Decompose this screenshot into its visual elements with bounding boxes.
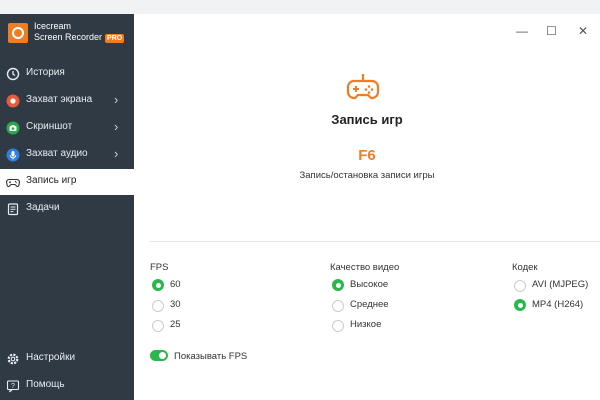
camera-icon [6,121,20,135]
sidebar-item-label: Запись игр [26,175,77,186]
radio-dot [332,300,344,312]
maximize-button[interactable]: ☐ [546,24,557,38]
sidebar-item-screenshot[interactable]: Скриншот › [0,115,134,141]
gamepad-icon [346,74,380,100]
help-icon: ? [6,380,20,393]
microphone-icon [6,148,20,162]
radio-dot [514,299,526,311]
radio-dot [332,320,344,332]
chevron-right-icon: › [114,146,119,161]
tasks-icon [7,203,19,216]
app-logo-icon [8,23,28,43]
sidebar-item-label: Захват аудио [26,148,88,159]
sidebar-item-screen-capture[interactable]: Захват экрана › [0,88,134,114]
sidebar-item-tasks[interactable]: Задачи [0,196,134,222]
pro-badge: PRO [105,34,125,43]
main-panel: — ☐ ✕ Запись игр F6 Запись/остановка зап… [134,14,600,400]
radio-dot [152,300,164,312]
clock-icon [6,67,20,81]
title-bar-strip [0,0,600,14]
section-divider [150,241,600,242]
radio-dot [332,279,344,291]
app-name: Icecream Screen Recorder PRO [34,21,125,43]
minimize-button[interactable]: — [516,24,528,38]
sidebar-item-label: Захват экрана [26,94,93,105]
hotkey-label[interactable]: F6 [134,147,600,164]
sidebar-item-label: История [26,67,65,78]
sidebar-item-label: Скриншот [26,121,73,132]
fps-group-label: FPS [150,262,169,273]
show-fps-toggle[interactable] [150,350,168,361]
gamepad-icon [6,178,20,188]
chevron-right-icon: › [114,119,119,134]
sidebar-item-label: Настройки [26,352,76,363]
radio-dot [152,320,164,332]
sidebar-item-label: Помощь [26,379,65,390]
sidebar-item-help[interactable]: ? Помощь [0,373,134,399]
gear-icon [7,353,19,365]
sidebar-item-history[interactable]: История [0,61,134,87]
sidebar-item-settings[interactable]: Настройки [0,346,134,372]
record-icon [6,94,20,108]
chevron-right-icon: › [114,92,119,107]
radio-dot [152,279,164,291]
page-title: Запись игр [331,112,403,127]
codec-group-label: Кодек [512,262,538,273]
sidebar-item-label: Задачи [26,202,60,213]
hotkey-description: Запись/остановка записи игры [299,170,435,181]
sidebar: Icecream Screen Recorder PRO История Захв… [0,14,134,400]
quality-group-label: Качество видео [330,262,400,273]
show-fps-label: Показывать FPS [174,351,248,362]
close-button[interactable]: ✕ [578,24,588,38]
sidebar-item-game-recording[interactable]: Запись игр [0,169,134,195]
sidebar-item-audio-capture[interactable]: Захват аудио › [0,142,134,168]
radio-dot [514,280,526,292]
svg-text:?: ? [11,383,15,390]
